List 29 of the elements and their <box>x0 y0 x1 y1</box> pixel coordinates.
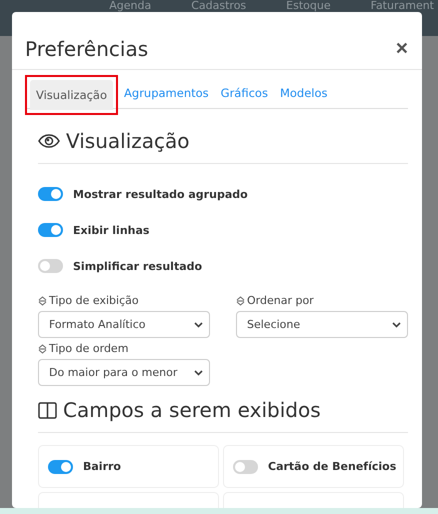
columns-icon <box>38 402 57 418</box>
chevron-down-icon <box>194 322 203 328</box>
select-field[interactable]: Do maior para o menor <box>38 359 210 386</box>
eye-icon <box>38 134 60 148</box>
section-heading: Visualização <box>66 129 190 153</box>
toggle-label: Simplificar resultado <box>73 260 202 272</box>
section-heading: Campos a serem exibidos <box>63 398 321 422</box>
sort-icon <box>38 344 47 354</box>
chevron-down-icon <box>392 322 401 328</box>
toggle-switch[interactable] <box>38 223 63 237</box>
toggle-switch[interactable] <box>38 187 63 201</box>
toggle-switch[interactable] <box>48 460 73 474</box>
toggle-switch[interactable] <box>38 259 63 273</box>
field-name: Bairro <box>83 460 121 473</box>
sort-icon <box>38 296 47 306</box>
field-label: Tipo de exibição <box>38 294 210 307</box>
select-field[interactable]: Selecione <box>236 311 408 338</box>
field-label: Ordenar por <box>236 294 408 307</box>
field-label: Tipo de ordem <box>38 342 210 355</box>
chevron-down-icon <box>194 370 203 376</box>
toggle-label: Mostrar resultado agrupado <box>73 188 248 200</box>
sort-icon <box>236 296 245 306</box>
close-button[interactable]: × <box>396 38 408 59</box>
toggle-label: Exibir linhas <box>73 224 150 236</box>
field-name: Cartão de Benefícios <box>268 460 396 473</box>
toggle-switch[interactable] <box>233 460 258 474</box>
select-field[interactable]: Formato Analítico <box>38 311 210 338</box>
tab[interactable]: Visualização <box>30 80 114 110</box>
dialog-title: Preferências <box>25 36 148 60</box>
